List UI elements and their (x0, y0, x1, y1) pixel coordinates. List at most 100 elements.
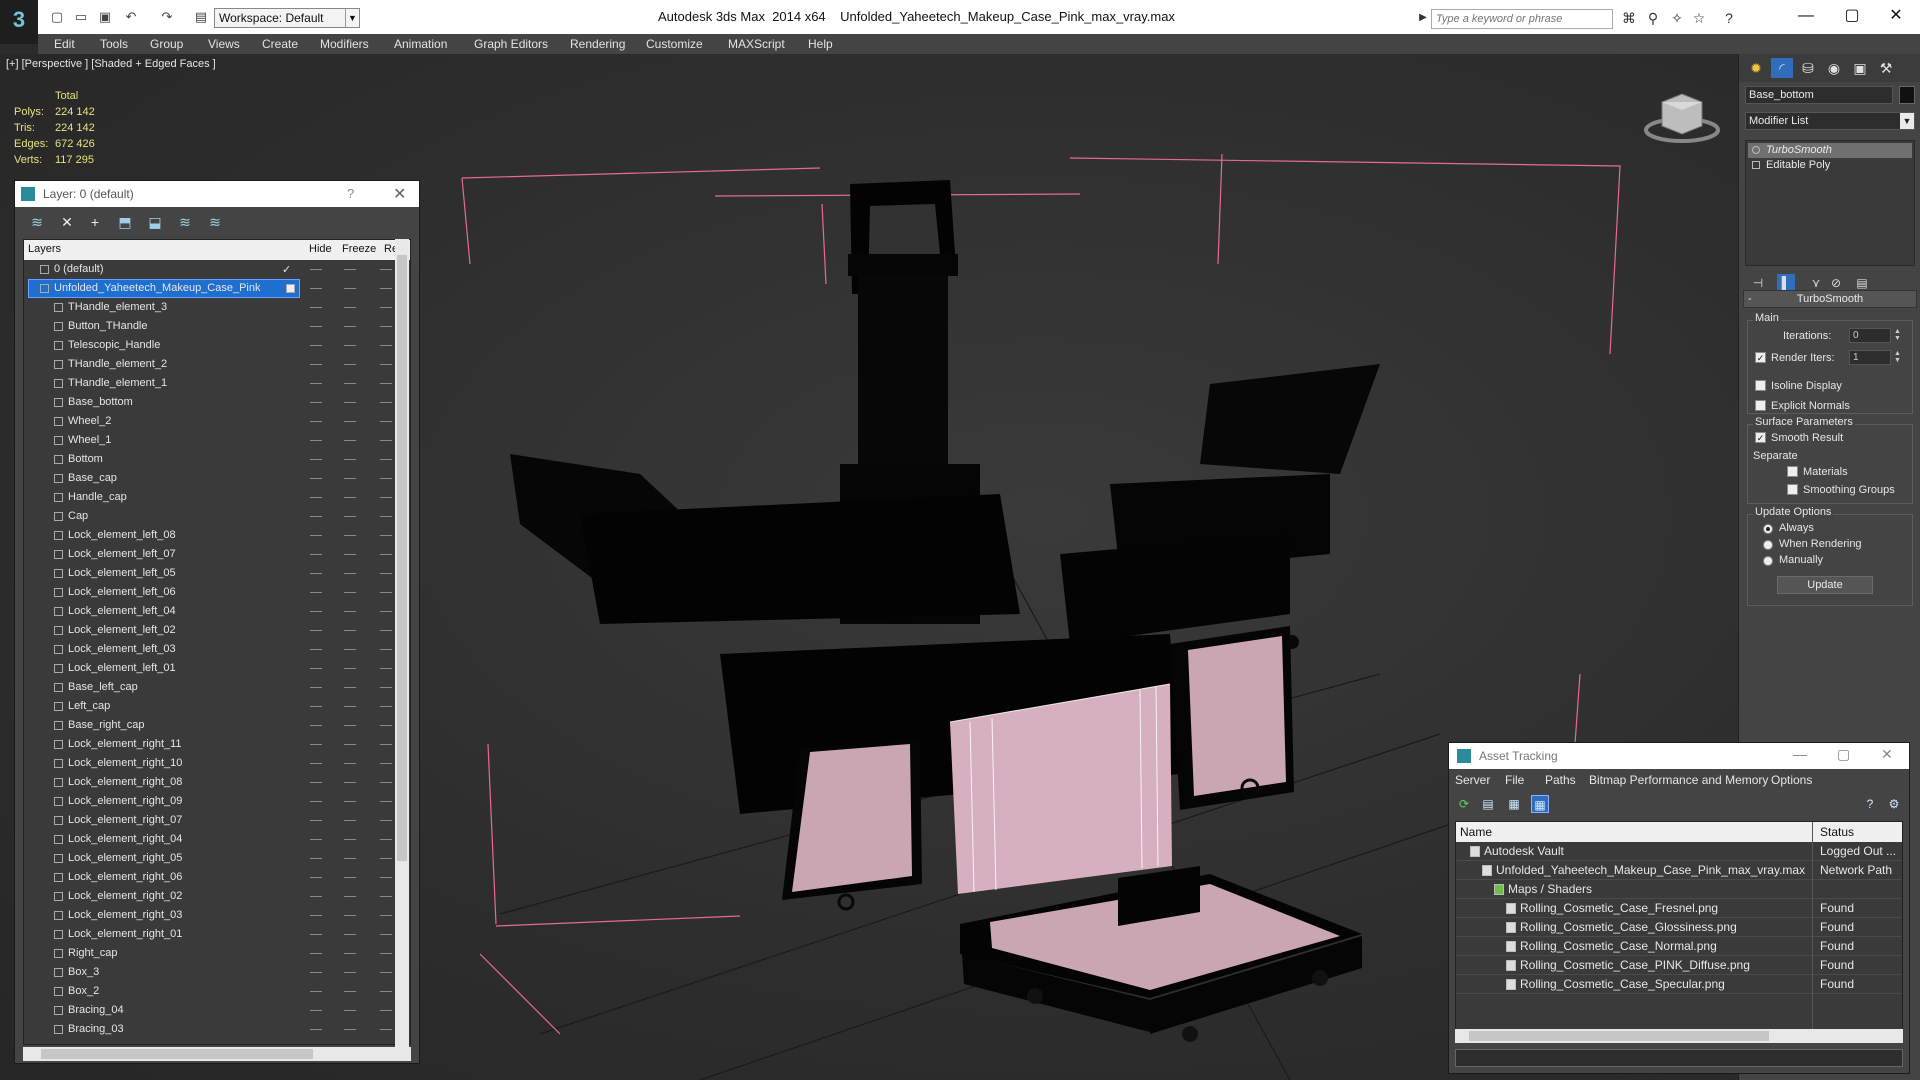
render-toggle[interactable] (380, 858, 392, 859)
render-toggle[interactable] (380, 763, 392, 764)
modifier-list-dropdown[interactable]: Modifier List ▼ (1745, 112, 1915, 130)
list-view-icon[interactable]: ▤ (1479, 795, 1497, 813)
column-divider[interactable] (1812, 822, 1813, 1032)
freeze-toggle[interactable] (344, 535, 356, 536)
render-toggle[interactable] (380, 991, 392, 992)
freeze-toggle[interactable] (344, 592, 356, 593)
freeze-toggle[interactable] (344, 326, 356, 327)
freeze-toggle[interactable] (344, 459, 356, 460)
minimize-icon[interactable]: — (1793, 746, 1807, 762)
layer-row[interactable]: Bracing_04 (24, 1001, 396, 1020)
render-toggle[interactable] (380, 896, 392, 897)
layer-row[interactable]: 0 (default) ✓ (24, 260, 396, 279)
asset-row[interactable]: Rolling_Cosmetic_Case_PINK_Diffuse.png Fo… (1456, 956, 1902, 975)
smoothing-groups-checkbox[interactable] (1787, 484, 1798, 495)
freeze-toggle[interactable] (344, 478, 356, 479)
layer-row[interactable]: Lock_element_right_01 (24, 925, 396, 944)
hide-toggle[interactable] (310, 326, 322, 327)
layer-row[interactable]: Lock_element_left_02 (24, 621, 396, 640)
menu-help[interactable]: Help (808, 34, 833, 54)
stack-item-editable-poly[interactable]: Editable Poly (1748, 158, 1912, 173)
menu-bitmap-performance[interactable]: Bitmap Performance and Memory (1589, 773, 1768, 787)
hide-toggle[interactable] (310, 364, 322, 365)
create-tab-icon[interactable]: ✹ (1745, 58, 1767, 78)
update-button[interactable]: Update (1777, 576, 1873, 594)
hide-toggle[interactable] (310, 877, 322, 878)
smooth-result-checkbox[interactable]: ✓ (1755, 432, 1766, 443)
render-toggle[interactable] (380, 820, 392, 821)
layer-row[interactable]: Lock_element_right_09 (24, 792, 396, 811)
render-iters-checkbox[interactable]: ✓ (1755, 352, 1766, 363)
minimize-icon[interactable]: — (1786, 4, 1826, 28)
freeze-toggle[interactable] (344, 288, 356, 289)
layer-row[interactable]: Cap (24, 507, 396, 526)
render-toggle[interactable] (380, 782, 392, 783)
render-toggle[interactable] (380, 459, 392, 460)
render-toggle[interactable] (380, 326, 392, 327)
layer-row[interactable]: Base_left_cap (24, 678, 396, 697)
freeze-toggle[interactable] (344, 269, 356, 270)
freeze-toggle[interactable] (344, 668, 356, 669)
menu-edit[interactable]: Edit (54, 34, 75, 54)
hide-toggle[interactable] (310, 535, 322, 536)
delete-icon[interactable]: ✕ (57, 213, 77, 231)
manually-radio[interactable] (1763, 556, 1773, 566)
freeze-toggle[interactable] (344, 934, 356, 935)
layer-row[interactable]: Wheel_1 (24, 431, 396, 450)
freeze-toggle[interactable] (344, 896, 356, 897)
column-freeze[interactable]: Freeze (342, 243, 376, 255)
freeze-toggle[interactable] (344, 402, 356, 403)
layer-row[interactable]: Unfolded_Yaheetech_Makeup_Case_Pink (24, 279, 396, 298)
hide-toggle[interactable] (310, 459, 322, 460)
hide-toggle[interactable] (310, 649, 322, 650)
render-iters-spinner[interactable]: 1 (1849, 350, 1891, 365)
render-toggle[interactable] (380, 839, 392, 840)
undo-icon[interactable]: ↶ (122, 9, 140, 25)
close-icon[interactable]: ✕ (1881, 746, 1893, 763)
layer-row[interactable]: THandle_element_2 (24, 355, 396, 374)
asset-row[interactable]: Maps / Shaders (1456, 880, 1902, 899)
hide-toggle[interactable] (310, 554, 322, 555)
hide-toggle[interactable] (310, 820, 322, 821)
render-toggle[interactable] (380, 877, 392, 878)
search-input[interactable] (1431, 9, 1613, 29)
menu-tools[interactable]: Tools (100, 34, 128, 54)
scrollbar-thumb[interactable] (397, 255, 407, 861)
hide-toggle[interactable] (310, 592, 322, 593)
iterations-spinner[interactable]: 0 (1849, 328, 1891, 343)
layer-row[interactable]: Lock_element_left_03 (24, 640, 396, 659)
layer-row[interactable]: Telescopic_Handle (24, 336, 396, 355)
freeze-toggle[interactable] (344, 706, 356, 707)
render-toggle[interactable] (380, 440, 392, 441)
freeze-all-icon[interactable]: ≋ (205, 213, 225, 231)
freeze-toggle[interactable] (344, 915, 356, 916)
hide-toggle[interactable] (310, 858, 322, 859)
hide-toggle[interactable] (310, 706, 322, 707)
explicit-normals-checkbox[interactable] (1755, 400, 1766, 411)
menu-modifiers[interactable]: Modifiers (320, 34, 369, 54)
thumbnail-view-icon[interactable]: ▦ (1505, 795, 1523, 813)
set-current-layer-icon[interactable] (286, 284, 295, 293)
highlight-layer-icon[interactable]: ⬓ (145, 213, 165, 231)
render-toggle[interactable] (380, 611, 392, 612)
layer-row[interactable]: Lock_element_left_05 (24, 564, 396, 583)
layer-row[interactable]: Bracing_03 (24, 1020, 396, 1039)
freeze-toggle[interactable] (344, 497, 356, 498)
render-toggle[interactable] (380, 744, 392, 745)
play-arrow-icon[interactable]: ▶ (1414, 10, 1432, 26)
lightbulb-icon[interactable] (1752, 146, 1760, 154)
menu-group[interactable]: Group (150, 34, 183, 54)
render-toggle[interactable] (380, 516, 392, 517)
hide-toggle[interactable] (310, 839, 322, 840)
layer-row[interactable]: Button_THandle (24, 317, 396, 336)
table-view-icon[interactable]: ▦ (1531, 795, 1549, 813)
hide-toggle[interactable] (310, 1029, 322, 1030)
layer-row[interactable]: Lock_element_right_07 (24, 811, 396, 830)
freeze-toggle[interactable] (344, 1010, 356, 1011)
maximize-icon[interactable]: ▢ (1837, 746, 1850, 763)
render-toggle[interactable] (380, 383, 392, 384)
layer-row[interactable]: Lock_element_right_06 (24, 868, 396, 887)
freeze-toggle[interactable] (344, 858, 356, 859)
layer-row[interactable]: Handle_cap (24, 488, 396, 507)
render-toggle[interactable] (380, 1010, 392, 1011)
